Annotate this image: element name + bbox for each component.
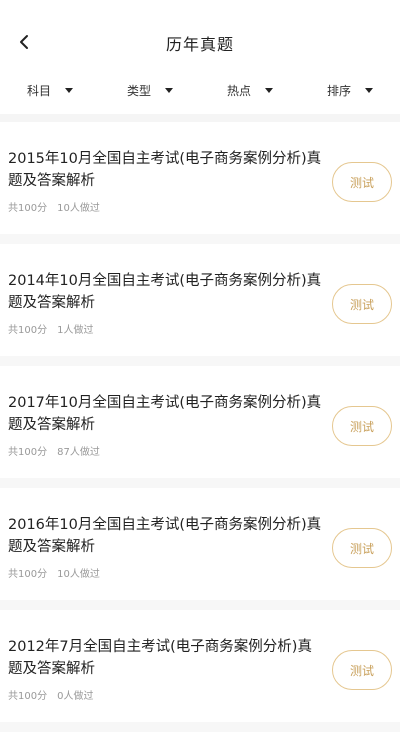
filter-sort[interactable]: 排序 <box>300 72 400 108</box>
list-item[interactable]: 2015年10月全国自主考试(电子商务案例分析)真题及答案解析 共100分 10人… <box>0 122 400 244</box>
exam-done-count: 10人做过 <box>57 203 100 214</box>
exam-meta: 共100分 0人做过 <box>8 687 93 702</box>
exam-score: 共100分 <box>8 325 48 336</box>
list-item[interactable]: 2012年7月全国自主考试(电子商务案例分析)真题及答案解析 共100分 0人做过… <box>0 610 400 732</box>
filter-label: 热点 <box>226 83 251 98</box>
exam-list: 2015年10月全国自主考试(电子商务案例分析)真题及答案解析 共100分 10人… <box>0 122 400 732</box>
exam-title: 2016年10月全国自主考试(电子商务案例分析)真题及答案解析 <box>8 517 322 555</box>
section-divider <box>0 114 400 122</box>
exam-meta: 共100分 10人做过 <box>8 565 100 580</box>
list-item[interactable]: 2017年10月全国自主考试(电子商务案例分析)真题及答案解析 共100分 87人… <box>0 366 400 488</box>
exam-score: 共100分 <box>8 203 48 214</box>
exam-title: 2017年10月全国自主考试(电子商务案例分析)真题及答案解析 <box>8 395 322 433</box>
exam-meta: 共100分 87人做过 <box>8 443 100 458</box>
caret-down-icon <box>265 87 273 93</box>
filter-hot[interactable]: 热点 <box>200 72 300 108</box>
exam-title: 2014年10月全国自主考试(电子商务案例分析)真题及答案解析 <box>8 273 322 311</box>
exam-title: 2012年7月全国自主考试(电子商务案例分析)真题及答案解析 <box>8 639 312 677</box>
caret-down-icon <box>365 87 373 93</box>
header: 历年真题 <box>0 0 400 70</box>
filter-label: 排序 <box>326 83 351 98</box>
caret-down-icon <box>165 87 173 93</box>
filter-label: 类型 <box>126 83 151 98</box>
exam-title: 2015年10月全国自主考试(电子商务案例分析)真题及答案解析 <box>8 151 322 189</box>
list-item[interactable]: 2016年10月全国自主考试(电子商务案例分析)真题及答案解析 共100分 10人… <box>0 488 400 610</box>
exam-done-count: 87人做过 <box>57 447 100 458</box>
filter-bar: 科目 类型 热点 排序 <box>0 72 400 108</box>
test-button[interactable]: 测试 <box>332 284 392 324</box>
caret-down-icon <box>65 87 73 93</box>
page-title: 历年真题 <box>165 35 234 54</box>
filter-label: 科目 <box>26 83 51 98</box>
filter-type[interactable]: 类型 <box>100 72 200 108</box>
test-button[interactable]: 测试 <box>332 162 392 202</box>
exam-done-count: 10人做过 <box>57 569 100 580</box>
exam-score: 共100分 <box>8 569 48 580</box>
exam-meta: 共100分 1人做过 <box>8 321 93 336</box>
test-button[interactable]: 测试 <box>332 528 392 568</box>
exam-score: 共100分 <box>8 691 48 702</box>
filter-subject[interactable]: 科目 <box>0 72 100 108</box>
exam-meta: 共100分 10人做过 <box>8 199 100 214</box>
list-item[interactable]: 2014年10月全国自主考试(电子商务案例分析)真题及答案解析 共100分 1人做… <box>0 244 400 366</box>
exam-score: 共100分 <box>8 447 48 458</box>
test-button[interactable]: 测试 <box>332 406 392 446</box>
exam-done-count: 1人做过 <box>57 325 94 336</box>
test-button[interactable]: 测试 <box>332 650 392 690</box>
exam-done-count: 0人做过 <box>57 691 94 702</box>
